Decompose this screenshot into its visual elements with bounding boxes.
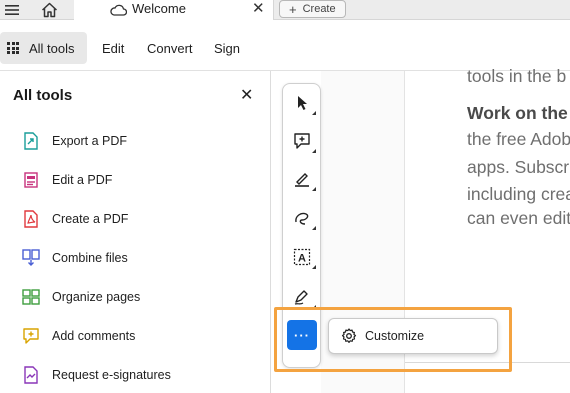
tool-request-esignatures[interactable]: Request e-signatures (22, 364, 171, 386)
tool-label: Export a PDF (52, 134, 128, 148)
tool-label: Edit a PDF (52, 173, 113, 187)
document-heading: Work on the (467, 103, 568, 123)
apps-grid-icon (7, 42, 19, 54)
edit-pdf-icon (22, 171, 40, 189)
tab-welcome[interactable]: Welcome ✕ (74, 0, 274, 20)
create-button[interactable]: + Create (279, 0, 346, 18)
all-tools-panel: All tools ✕ Export a PDF Edit a PDF Crea… (0, 71, 271, 393)
tool-label: Add comments (52, 329, 136, 343)
submenu-indicator (312, 265, 316, 269)
submenu-indicator (312, 149, 316, 153)
tab-bar: Welcome ✕ + Create (0, 0, 570, 20)
draw-freehand-icon[interactable] (291, 207, 316, 230)
tool-edit-pdf[interactable]: Edit a PDF (22, 169, 112, 191)
menu-all-tools-label: All tools (29, 40, 75, 56)
export-pdf-icon (22, 132, 40, 150)
document-text-line: tools in the b (467, 66, 567, 86)
cloud-icon (108, 0, 128, 20)
home-icon[interactable] (38, 0, 60, 20)
hamburger-menu-icon[interactable] (2, 0, 22, 20)
menu-all-tools[interactable]: All tools (0, 32, 87, 64)
tool-label: Combine files (52, 251, 128, 265)
tool-label: Create a PDF (52, 212, 129, 226)
request-esignatures-icon (22, 366, 40, 384)
text-recognition-icon[interactable]: A (291, 246, 316, 269)
plus-icon: + (289, 1, 297, 17)
menu-sign[interactable]: Sign (214, 32, 240, 64)
tool-export-pdf[interactable]: Export a PDF (22, 130, 127, 152)
document-text-line: the free Adob (467, 129, 570, 149)
close-tab-icon[interactable]: ✕ (252, 0, 265, 20)
panel-title: All tools (13, 87, 73, 104)
sign-pen-icon[interactable] (291, 286, 316, 309)
highlight-box (274, 307, 512, 372)
close-panel-icon[interactable]: ✕ (240, 85, 253, 105)
document-text-line: can even edit (467, 208, 570, 228)
submenu-indicator (312, 187, 316, 191)
select-cursor-icon[interactable] (291, 92, 316, 115)
svg-text:A: A (298, 253, 306, 265)
document-text-line: apps. Subscri (467, 157, 570, 177)
submenu-indicator (312, 111, 316, 115)
tool-label: Request e-signatures (52, 368, 171, 382)
tab-title: Welcome (132, 1, 186, 16)
tool-organize-pages[interactable]: Organize pages (22, 286, 140, 308)
menu-edit[interactable]: Edit (102, 32, 124, 64)
highlight-pen-icon[interactable] (291, 168, 316, 191)
document-text-line: including crea (467, 184, 570, 204)
submenu-indicator (312, 226, 316, 230)
tool-label: Organize pages (52, 290, 141, 304)
combine-files-icon (22, 249, 40, 267)
menu-convert[interactable]: Convert (147, 32, 193, 64)
tool-create-pdf[interactable]: Create a PDF (22, 208, 128, 230)
organize-pages-icon (22, 288, 40, 306)
tool-combine-files[interactable]: Combine files (22, 247, 128, 269)
create-pdf-icon (22, 210, 40, 228)
tool-add-comments[interactable]: Add comments (22, 325, 135, 347)
add-comment-icon[interactable] (291, 130, 316, 153)
top-menu: All tools Edit Convert Sign (0, 28, 570, 68)
add-comments-icon (22, 327, 40, 345)
create-label: Create (302, 3, 336, 15)
